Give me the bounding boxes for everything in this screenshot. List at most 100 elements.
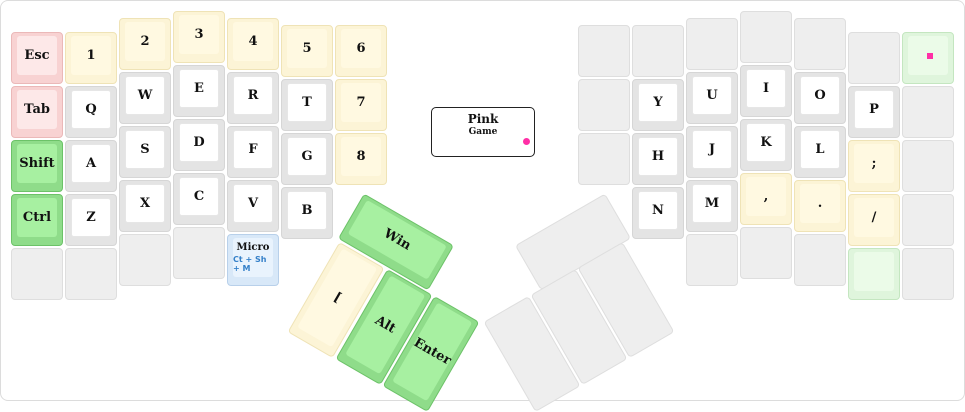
- key-u[interactable]: U: [686, 72, 738, 124]
- key-q[interactable]: Q: [65, 86, 117, 138]
- key-e[interactable]: E: [173, 65, 225, 117]
- key-label: E: [179, 69, 219, 108]
- key-period[interactable]: .: [794, 180, 846, 232]
- key-blank[interactable]: [173, 227, 225, 279]
- layer-dot-icon: [523, 138, 530, 145]
- key-blank[interactable]: [686, 234, 738, 286]
- key-t[interactable]: T: [281, 79, 333, 131]
- key-label: C: [179, 177, 219, 216]
- key-v[interactable]: V: [227, 180, 279, 232]
- key-i[interactable]: I: [740, 65, 792, 117]
- key-label: ,: [746, 177, 786, 216]
- key-label: Z: [71, 198, 111, 237]
- key-shift[interactable]: Shift: [11, 140, 63, 192]
- key-4[interactable]: 4: [227, 18, 279, 70]
- key-m[interactable]: M: [686, 180, 738, 232]
- key-p[interactable]: P: [848, 86, 900, 138]
- key-s[interactable]: S: [119, 126, 171, 178]
- key-label: .: [800, 184, 840, 223]
- key-l[interactable]: L: [794, 126, 846, 178]
- key-label: 7: [341, 83, 381, 122]
- key-label: Tab: [17, 90, 57, 129]
- key-label: L: [800, 130, 840, 169]
- key-label: I: [746, 69, 786, 108]
- key-label: 6: [341, 29, 381, 68]
- key-f[interactable]: F: [227, 126, 279, 178]
- key-label: X: [125, 184, 165, 223]
- key-label: 2: [125, 22, 165, 61]
- key-blank[interactable]: [902, 248, 954, 300]
- key-5[interactable]: 5: [281, 25, 333, 77]
- key-label: V: [233, 184, 273, 223]
- key-blank[interactable]: [902, 140, 954, 192]
- key-blank[interactable]: [686, 18, 738, 70]
- micro-sublabel: Ct + Sh + M: [233, 255, 267, 273]
- key-label: F: [233, 130, 273, 169]
- key-ctrl[interactable]: Ctrl: [11, 194, 63, 246]
- key-label: U: [692, 76, 732, 115]
- key-label: A: [71, 144, 111, 183]
- key-micro[interactable]: Micro Ct + Sh + M: [227, 234, 279, 286]
- key-blank[interactable]: [794, 18, 846, 70]
- key-label: 1: [71, 36, 111, 75]
- key-blank-green[interactable]: [848, 248, 900, 300]
- key-label: N: [638, 191, 678, 230]
- key-g[interactable]: G: [281, 133, 333, 185]
- key-comma[interactable]: ,: [740, 173, 792, 225]
- key-label: H: [638, 137, 678, 176]
- key-k[interactable]: K: [740, 119, 792, 171]
- key-1[interactable]: 1: [65, 32, 117, 84]
- key-blank[interactable]: [578, 79, 630, 131]
- key-blank[interactable]: [794, 234, 846, 286]
- key-blank[interactable]: [902, 86, 954, 138]
- key-label: Q: [71, 90, 111, 129]
- key-label: 3: [179, 15, 219, 54]
- key-label: 4: [233, 22, 273, 61]
- key-j[interactable]: J: [686, 126, 738, 178]
- key-label: ;: [854, 144, 894, 183]
- key-w[interactable]: W: [119, 72, 171, 124]
- key-label: D: [179, 123, 219, 162]
- key-blank[interactable]: [740, 11, 792, 63]
- key-x[interactable]: X: [119, 180, 171, 232]
- key-blank[interactable]: [902, 194, 954, 246]
- key-blank[interactable]: [65, 248, 117, 300]
- key-cap: [854, 252, 894, 291]
- key-semicolon[interactable]: ;: [848, 140, 900, 192]
- key-c[interactable]: C: [173, 173, 225, 225]
- key-label: G: [287, 137, 327, 176]
- key-z[interactable]: Z: [65, 194, 117, 246]
- key-h[interactable]: H: [632, 133, 684, 185]
- key-label: 8: [341, 137, 381, 176]
- key-6[interactable]: 6: [335, 25, 387, 77]
- key-label: R: [233, 76, 273, 115]
- key-label: Esc: [17, 36, 57, 75]
- key-slash[interactable]: /: [848, 194, 900, 246]
- key-y[interactable]: Y: [632, 79, 684, 131]
- key-3[interactable]: 3: [173, 11, 225, 63]
- layer-name: Pink: [467, 112, 499, 126]
- key-label: K: [746, 123, 786, 162]
- key-o[interactable]: O: [794, 72, 846, 124]
- key-label: Shift: [17, 144, 57, 183]
- key-blank[interactable]: [11, 248, 63, 300]
- key-blank[interactable]: [119, 234, 171, 286]
- key-label: O: [800, 76, 840, 115]
- key-7[interactable]: 7: [335, 79, 387, 131]
- key-a[interactable]: A: [65, 140, 117, 192]
- key-blank[interactable]: [848, 32, 900, 84]
- key-blank[interactable]: [578, 133, 630, 185]
- key-blank[interactable]: [632, 25, 684, 77]
- key-r[interactable]: R: [227, 72, 279, 124]
- key-blank[interactable]: [740, 227, 792, 279]
- key-label: B: [287, 191, 327, 230]
- key-layer-indicator[interactable]: [902, 32, 954, 84]
- key-8[interactable]: 8: [335, 133, 387, 185]
- key-b[interactable]: B: [281, 187, 333, 239]
- key-n[interactable]: N: [632, 187, 684, 239]
- key-esc[interactable]: Esc: [11, 32, 63, 84]
- key-2[interactable]: 2: [119, 18, 171, 70]
- key-tab[interactable]: Tab: [11, 86, 63, 138]
- key-blank[interactable]: [578, 25, 630, 77]
- key-d[interactable]: D: [173, 119, 225, 171]
